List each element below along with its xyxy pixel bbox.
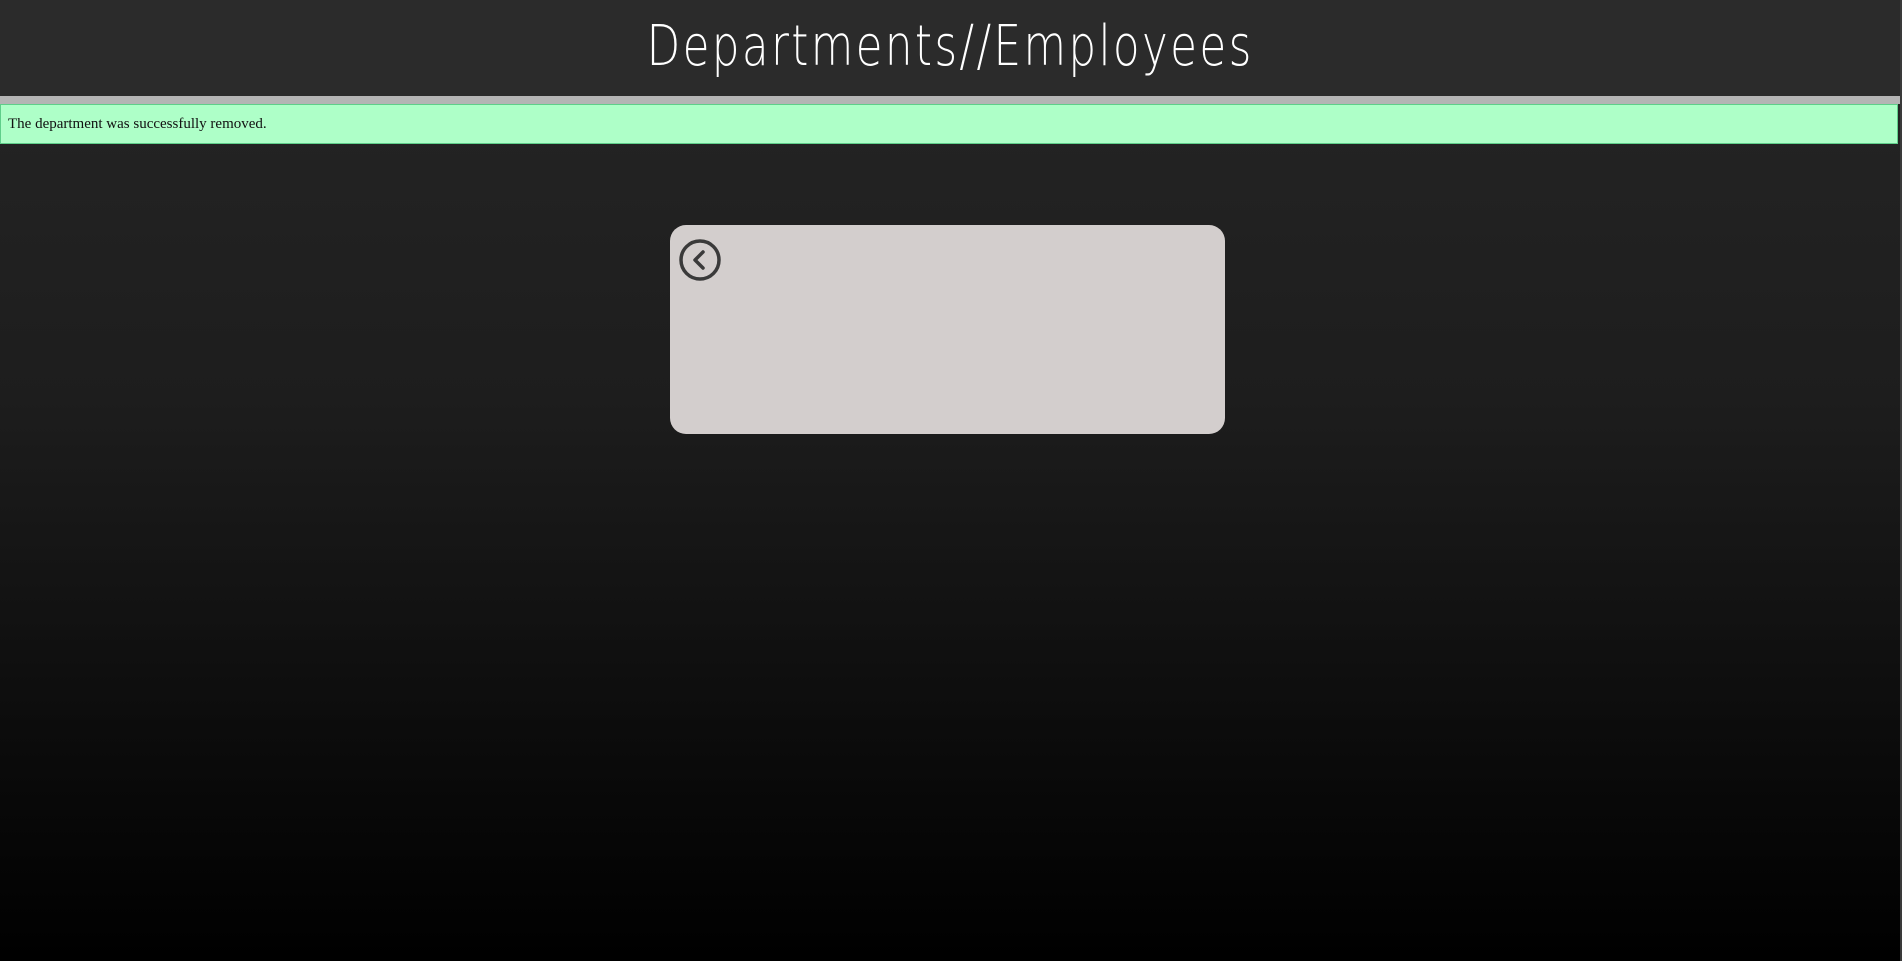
success-message: The department was successfully removed. bbox=[8, 115, 267, 132]
content-card bbox=[670, 225, 1225, 434]
chevron-left-circle-icon bbox=[679, 239, 721, 281]
success-notice: The department was successfully removed. bbox=[0, 104, 1898, 144]
back-button[interactable] bbox=[679, 239, 721, 281]
site-header: Departments//Employees bbox=[0, 0, 1900, 96]
header-divider bbox=[0, 96, 1900, 104]
page-title: Departments//Employees bbox=[646, 13, 1254, 79]
page: Departments//Employees The department wa… bbox=[0, 0, 1900, 961]
